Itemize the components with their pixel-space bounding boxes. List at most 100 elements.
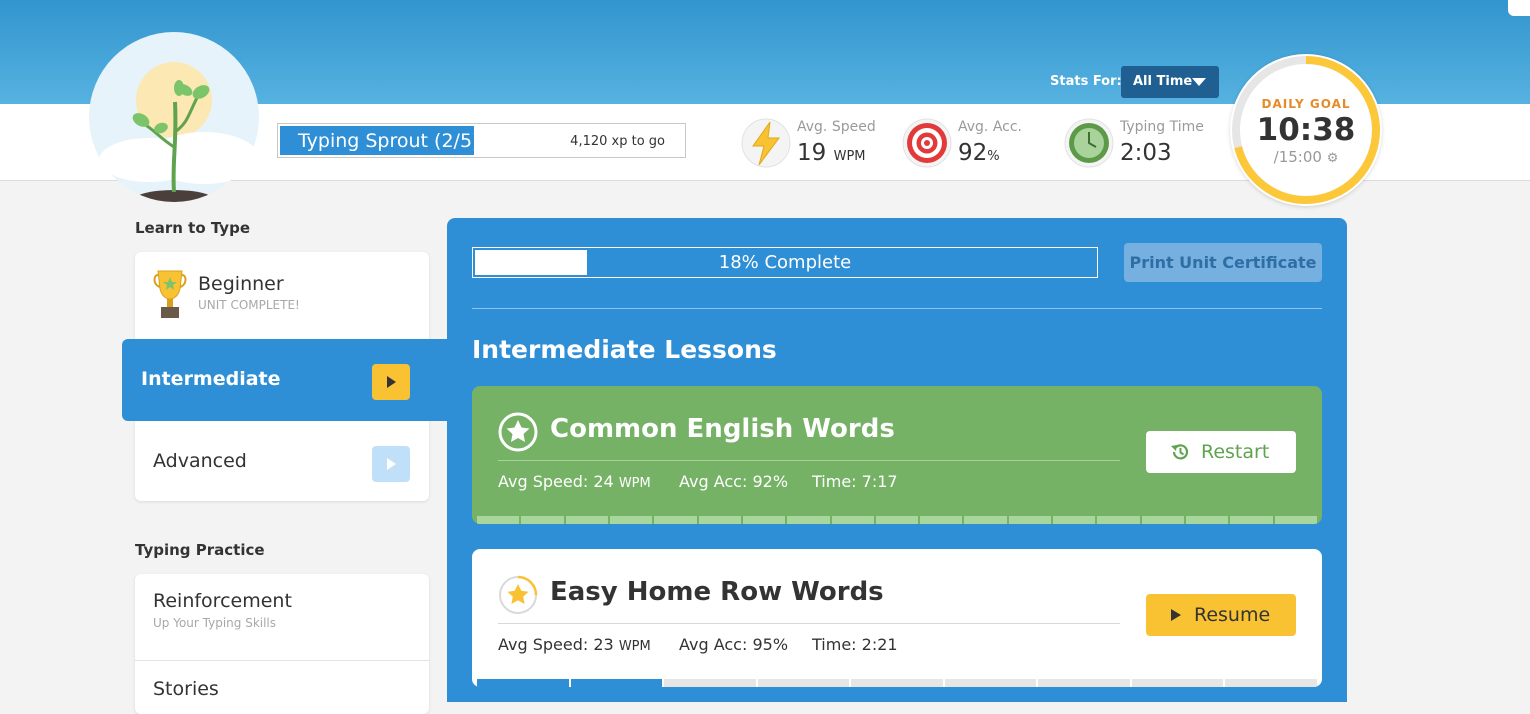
lesson-progress-segment [944, 679, 1037, 687]
lesson-progress-segment [698, 516, 741, 524]
lesson-progress-segment [1186, 516, 1229, 524]
lesson-progress-segment [1008, 516, 1052, 524]
lesson-progress-segment [1225, 679, 1317, 687]
sidebar-item-stories-title: Stories [153, 678, 219, 700]
section-title: Intermediate Lessons [472, 335, 777, 364]
practice-card: Reinforcement Up Your Typing Skills Stor… [135, 574, 429, 714]
daily-goal-widget[interactable]: DAILY GOAL 10:38 /15:00 ⚙ [1230, 54, 1382, 206]
resume-button[interactable]: Resume [1146, 594, 1296, 636]
daily-goal-total-line: /15:00 ⚙ [1230, 148, 1382, 166]
lesson-progress-segment [664, 679, 756, 687]
lesson-progress-segment [742, 516, 786, 524]
stats-period-value: All Time [1133, 74, 1193, 89]
stat-accuracy-unit: % [987, 149, 1000, 164]
lesson-progress-segment [1053, 516, 1096, 524]
resume-button-label: Resume [1194, 604, 1271, 626]
sidebar-item-intermediate[interactable]: Intermediate [122, 339, 452, 421]
unit-progress-text: 18% Complete [718, 252, 852, 273]
lesson-progress-segment [964, 516, 1007, 524]
rank-progress-bar[interactable]: Typing Sprout (2/5) 4,120 xp to go [277, 123, 686, 158]
play-icon [1171, 609, 1181, 621]
lesson-progress-segment [1038, 679, 1130, 687]
lesson-avg-speed: Avg Speed: 24 WPM [498, 472, 651, 491]
sprout-icon [99, 62, 259, 202]
lesson-progress-segment [831, 516, 874, 524]
stat-speed-value-line: 19 WPM [797, 140, 866, 166]
rank-name: Typing Sprout (2/5) [298, 130, 480, 152]
caret-down-icon [1192, 78, 1206, 86]
lesson-time: Time: 7:17 [812, 472, 898, 491]
stat-speed-label: Avg. Speed [797, 119, 876, 135]
lesson-progress-segment [1131, 679, 1224, 687]
lesson-progress-segment [1230, 516, 1273, 524]
daily-goal-label: DAILY GOAL [1261, 97, 1351, 111]
stat-time-value: 2:03 [1120, 140, 1172, 166]
lesson-progress-segment [565, 516, 608, 524]
print-certificate-button[interactable]: Print Unit Certificate [1124, 243, 1322, 282]
daily-goal-time: 10:38 [1256, 112, 1356, 148]
lesson-progress-segment [875, 516, 919, 524]
lesson-progress-segments [477, 516, 1317, 524]
lesson-progress-segment [477, 516, 520, 524]
typing-practice-heading: Typing Practice [135, 541, 265, 559]
sidebar-item-beginner-status: UNIT COMPLETE! [198, 298, 300, 312]
lesson-avg-acc: Avg Acc: 92% [679, 472, 789, 491]
restart-button[interactable]: Restart [1146, 431, 1296, 473]
lesson-avg-speed-value: Avg Speed: 24 [498, 472, 614, 491]
lesson-progress-segment [477, 679, 569, 687]
clock-icon [1064, 118, 1114, 168]
lesson-avg-speed: Avg Speed: 23 WPM [498, 635, 651, 654]
stat-time-label: Typing Time [1120, 119, 1204, 135]
lesson-avg-speed-unit: WPM [618, 476, 651, 491]
play-icon[interactable] [372, 364, 410, 400]
lesson-progress-segment [570, 679, 663, 687]
sidebar-item-stories[interactable]: Stories [135, 661, 429, 714]
lesson-progress-segments [477, 679, 1317, 687]
lesson-progress-segment [1141, 516, 1185, 524]
sidebar-item-advanced[interactable]: Advanced [135, 422, 429, 501]
lesson-progress-segment [1097, 516, 1140, 524]
trophy-icon [153, 270, 187, 318]
lesson-progress-segment [851, 679, 943, 687]
gear-icon[interactable]: ⚙ [1327, 151, 1339, 166]
sidebar-item-beginner[interactable]: Beginner UNIT COMPLETE! [135, 252, 429, 340]
lesson-avg-speed-value: Avg Speed: 23 [498, 635, 614, 654]
lightning-icon [741, 118, 791, 168]
stat-speed-unit: WPM [833, 149, 866, 164]
stat-accuracy-label: Avg. Acc. [958, 119, 1023, 135]
sidebar-item-reinforcement-sub: Up Your Typing Skills [153, 616, 277, 630]
star-progress-icon [499, 575, 538, 614]
target-icon [902, 118, 952, 168]
lesson-progress-segment [1274, 516, 1317, 524]
rank-xp-to-go: 4,120 xp to go [570, 134, 665, 149]
divider [472, 308, 1322, 309]
stats-for-label: Stats For: [1050, 74, 1122, 89]
sidebar-item-reinforcement-title: Reinforcement [153, 590, 292, 612]
star-complete-icon [498, 412, 538, 452]
lesson-progress-segment [609, 516, 653, 524]
sidebar-item-beginner-title: Beginner [198, 273, 284, 295]
lesson-card-easy-home-row-words[interactable]: Easy Home Row Words Avg Speed: 23 WPM Av… [472, 549, 1322, 687]
daily-goal-total: /15:00 [1273, 148, 1322, 166]
lesson-divider [498, 623, 1120, 624]
lesson-progress-segment [757, 679, 850, 687]
learn-to-type-heading: Learn to Type [135, 219, 250, 237]
restart-button-label: Restart [1201, 441, 1270, 463]
history-icon [1171, 444, 1189, 460]
lessons-panel: 18% Complete Print Unit Certificate Inte… [447, 218, 1347, 702]
lesson-title: Easy Home Row Words [550, 577, 884, 607]
stat-accuracy-value: 92 [958, 140, 988, 166]
lesson-divider [498, 460, 1120, 461]
sidebar-item-advanced-title: Advanced [153, 450, 247, 472]
play-icon[interactable] [372, 446, 410, 482]
lesson-progress-segment [654, 516, 697, 524]
lesson-progress-segment [920, 516, 963, 524]
lesson-time: Time: 2:21 [812, 635, 898, 654]
lesson-avg-acc: Avg Acc: 95% [679, 635, 789, 654]
lesson-title: Common English Words [550, 414, 895, 444]
sidebar-item-reinforcement[interactable]: Reinforcement Up Your Typing Skills [135, 574, 429, 661]
stats-period-select[interactable]: All Time [1121, 66, 1219, 98]
lesson-card-common-english-words[interactable]: Common English Words Avg Speed: 24 WPM A… [472, 386, 1322, 524]
avatar-plant [89, 32, 259, 202]
corner-tab[interactable] [1508, 0, 1530, 16]
